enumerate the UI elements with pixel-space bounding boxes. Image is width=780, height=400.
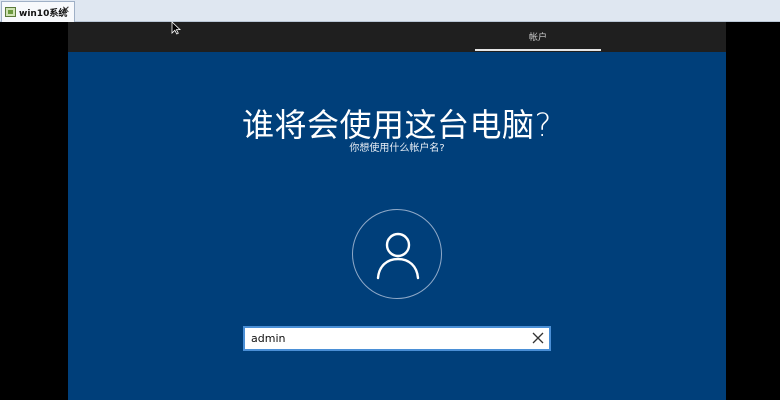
step-label-account: 帐户 bbox=[528, 33, 547, 43]
vm-tab-label: win10系统 bbox=[19, 8, 68, 19]
username-field[interactable] bbox=[243, 326, 551, 351]
close-icon[interactable] bbox=[532, 332, 544, 344]
page-subtitle: 你想使用什么帐户名? bbox=[349, 143, 445, 154]
mouse-cursor-icon bbox=[171, 21, 181, 35]
step-active-indicator bbox=[475, 49, 601, 51]
progress-strip: 帐户 bbox=[68, 22, 726, 52]
vm-icon bbox=[5, 7, 16, 17]
vm-tab-bar: win10系统 ✕ bbox=[0, 0, 780, 22]
close-icon[interactable]: ✕ bbox=[62, 5, 70, 17]
user-icon bbox=[376, 232, 420, 280]
avatar bbox=[352, 209, 442, 299]
username-input[interactable] bbox=[245, 328, 525, 349]
vm-tab-win10[interactable]: win10系统 ✕ bbox=[1, 1, 75, 22]
setup-screen: 帐户 谁将会使用这台电脑? 你想使用什么帐户名? bbox=[68, 22, 726, 400]
